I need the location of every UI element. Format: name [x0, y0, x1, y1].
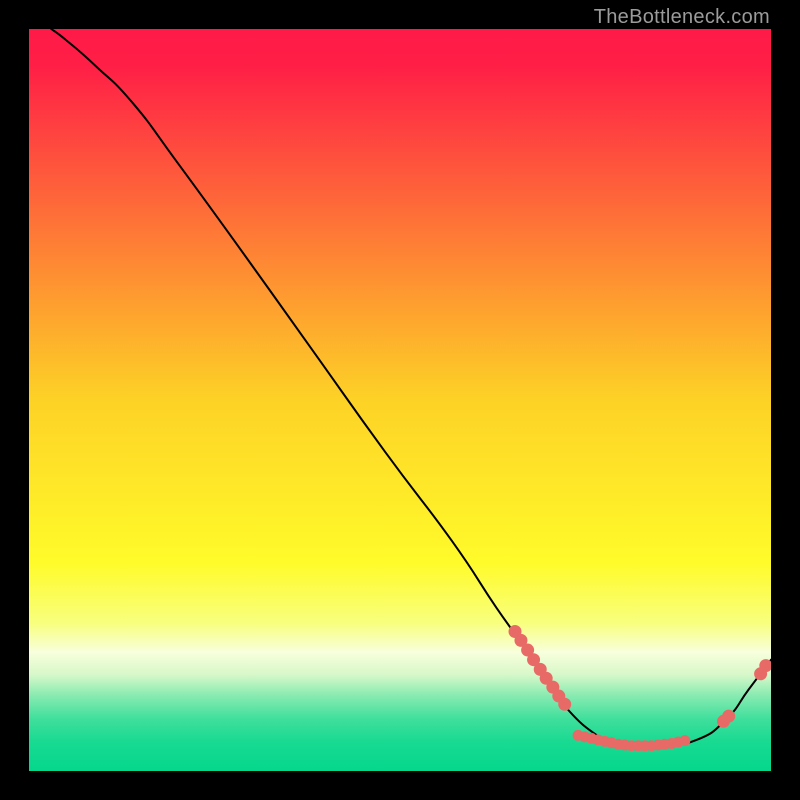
- bottleneck-chart: [29, 29, 771, 771]
- data-point: [722, 710, 735, 723]
- data-point: [558, 698, 571, 711]
- data-point: [679, 735, 690, 746]
- watermark: TheBottleneck.com: [594, 6, 770, 29]
- gradient-background: [29, 29, 771, 771]
- chart-svg: [29, 29, 771, 771]
